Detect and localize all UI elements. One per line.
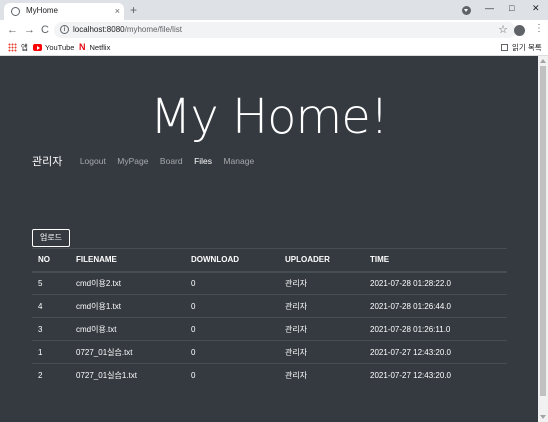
cell-download: 0 <box>185 340 279 364</box>
forward-button[interactable]: → <box>24 23 35 37</box>
upload-button[interactable]: 업로드 <box>32 229 70 247</box>
bookmarks-bar: 앱 YouTube N Netflix 읽기 목록 <box>0 40 548 56</box>
star-icon[interactable]: ☆ <box>498 23 508 37</box>
cell-no: 5 <box>38 278 43 288</box>
nav-files[interactable]: Files <box>194 156 212 166</box>
bookmark-apps[interactable]: 앱 <box>21 42 28 53</box>
url-text[interactable]: localhost:8080/myhome/file/list <box>73 25 182 34</box>
toolbar: ← → C i localhost:8080/myhome/file/list … <box>0 20 548 40</box>
table-row[interactable]: 1 0727_01실습.txt 0 관리자 2021-07-27 12:43:2… <box>32 340 507 364</box>
reading-list[interactable]: 읽기 목록 <box>501 42 542 53</box>
close-window-button[interactable]: ✕ <box>532 2 540 14</box>
minimize-button[interactable]: — <box>485 2 494 14</box>
cell-uploader: 관리자 <box>279 340 364 364</box>
cell-filename[interactable]: 0727_01실습.txt <box>70 340 185 364</box>
cell-uploader: 관리자 <box>279 294 364 318</box>
cell-download: 0 <box>185 363 279 387</box>
reading-list-icon <box>501 44 508 51</box>
column-header-filename: FILENAME <box>70 248 185 273</box>
bookmark-netflix[interactable]: N Netflix <box>79 42 110 53</box>
cell-filename[interactable]: cmd이용1.txt <box>70 294 185 318</box>
scroll-up-arrow-icon[interactable] <box>540 59 546 63</box>
page-icon <box>11 7 20 16</box>
close-tab-icon[interactable]: × <box>115 5 120 17</box>
scroll-down-arrow-icon[interactable] <box>540 415 546 419</box>
tab-myhome[interactable]: MyHome × <box>4 3 124 20</box>
apps-icon[interactable] <box>8 43 17 52</box>
cell-no: 1 <box>32 340 70 364</box>
cell-no: 4 <box>32 294 70 318</box>
new-tab-button[interactable]: + <box>130 3 137 17</box>
tab-search-icon[interactable] <box>462 6 471 15</box>
column-header-no: NO <box>32 248 70 273</box>
page-title: My Home! <box>149 89 389 145</box>
reload-button[interactable]: C <box>41 23 49 37</box>
info-icon[interactable]: i <box>60 25 69 34</box>
table-row[interactable]: 4 cmd이용1.txt 0 관리자 2021-07-28 01:26:44.0 <box>32 294 507 318</box>
nav-brand[interactable]: 관리자 <box>32 153 62 169</box>
netflix-icon: N <box>79 42 86 52</box>
table-header-row: NO FILENAME DOWNLOAD UPLOADER TIME <box>32 248 507 273</box>
back-button[interactable]: ← <box>7 23 18 37</box>
column-header-uploader: UPLOADER <box>279 248 364 273</box>
page-scrollbar[interactable] <box>538 56 548 422</box>
file-table: NO FILENAME DOWNLOAD UPLOADER TIME 5 cmd… <box>32 248 507 387</box>
nav-mypage[interactable]: MyPage <box>117 156 148 166</box>
cell-uploader: 관리자 <box>279 363 364 387</box>
maximize-button[interactable]: □ <box>509 2 514 14</box>
cell-download: 0 <box>185 294 279 318</box>
nav-logout[interactable]: Logout <box>80 156 106 166</box>
cell-time: 2021-07-27 12:43:20.0 <box>364 363 507 387</box>
table-row[interactable]: 2 0727_01실습1.txt 0 관리자 2021-07-27 12:43:… <box>32 363 507 387</box>
table-row[interactable]: 5 cmd이용2.txt 0 관리자 2021-07-28 01:28:22.0 <box>32 272 507 295</box>
tab-title: MyHome <box>26 6 59 15</box>
cell-no: 3 <box>32 317 70 341</box>
bookmark-youtube[interactable]: YouTube <box>33 42 74 53</box>
browser-chrome: MyHome × + — □ ✕ ← → C i localhost:8080/… <box>0 0 548 56</box>
column-header-download: DOWNLOAD <box>185 248 279 273</box>
cell-time: 2021-07-28 01:28:22.0 <box>370 278 451 288</box>
cell-download: 0 <box>191 278 196 288</box>
site-nav: 관리자 Logout MyPage Board Files Manage <box>32 152 261 168</box>
cell-no: 2 <box>32 363 70 387</box>
cell-uploader: 관리자 <box>279 317 364 341</box>
cell-filename[interactable]: cmd이용.txt <box>70 317 185 341</box>
menu-icon[interactable]: ⋮ <box>534 22 544 36</box>
cell-time: 2021-07-28 01:26:44.0 <box>364 294 507 318</box>
nav-manage[interactable]: Manage <box>223 156 254 166</box>
address-bar[interactable]: i localhost:8080/myhome/file/list ☆ <box>54 22 516 38</box>
table-row[interactable]: 3 cmd이용.txt 0 관리자 2021-07-28 01:26:11.0 <box>32 317 507 341</box>
page-content: My Home! 관리자 Logout MyPage Board Files M… <box>0 56 538 422</box>
column-header-time: TIME <box>364 248 507 273</box>
cell-filename[interactable]: 0727_01실습1.txt <box>70 363 185 387</box>
youtube-icon <box>33 44 42 51</box>
cell-time: 2021-07-28 01:26:11.0 <box>364 317 507 341</box>
cell-filename[interactable]: cmd이용2.txt <box>70 272 185 295</box>
scroll-thumb[interactable] <box>540 66 546 396</box>
cell-time: 2021-07-27 12:43:20.0 <box>364 340 507 364</box>
tab-strip: MyHome × + — □ ✕ <box>0 0 548 20</box>
nav-board[interactable]: Board <box>160 156 183 166</box>
cell-download: 0 <box>185 317 279 341</box>
cell-uploader: 관리자 <box>285 278 308 288</box>
profile-icon[interactable] <box>514 25 525 36</box>
